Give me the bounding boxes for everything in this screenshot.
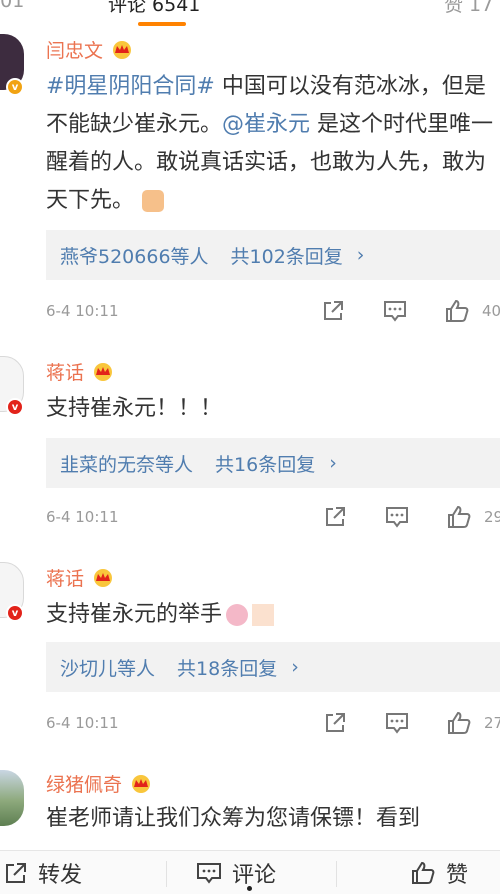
like-label: 赞 [446, 863, 469, 888]
avatar[interactable] [0, 770, 24, 826]
reply-summary[interactable]: 燕爷520666等人 共102条回复 › [46, 230, 500, 280]
like-count: 29 [484, 508, 500, 526]
divider [166, 861, 167, 887]
like-count: 27 [484, 714, 500, 732]
comment-tabs: 2001 评论 6541 赞 17 [0, 0, 500, 32]
reply-icon[interactable] [384, 504, 410, 530]
vip-crown-icon [132, 774, 151, 793]
active-tab-indicator [138, 22, 186, 26]
share-icon[interactable] [322, 504, 348, 530]
comment-text: 支持崔永元！！！ [46, 396, 223, 421]
like-button[interactable]: 赞 [410, 857, 468, 889]
repost-icon [6, 863, 26, 883]
hashtag-link[interactable]: #明星阴阳合同# [46, 74, 215, 99]
repost-label: 转发 [38, 863, 83, 888]
vip-crown-icon [94, 568, 113, 587]
like-icon[interactable] [446, 504, 472, 530]
verified-badge-icon: v [6, 398, 24, 416]
comment-time: 6-4 10:11 [46, 714, 119, 732]
comment-label: 评论 [232, 863, 277, 888]
mention-link[interactable]: @崔永元 [222, 112, 310, 137]
like-icon[interactable] [444, 298, 470, 324]
repost-button[interactable]: 转发 [4, 857, 82, 889]
raising-hand-emoji-icon [226, 604, 249, 626]
comment-username[interactable]: 蒋话 [46, 358, 84, 385]
reply-icon[interactable] [382, 298, 408, 324]
verified-badge-icon: v [6, 78, 24, 96]
reply-summary[interactable]: 韭菜的无奈等人 共16条回复 › [46, 438, 500, 488]
comment-button[interactable]: 评论 [196, 857, 276, 889]
like-count: 40 [482, 302, 500, 320]
comment-text: 支持崔永元的举手 [46, 596, 500, 634]
vip-crown-icon [113, 40, 132, 59]
comment-time: 6-4 10:11 [46, 508, 119, 526]
share-icon[interactable] [322, 710, 348, 736]
like-icon[interactable] [446, 710, 472, 736]
chevron-right-icon: › [291, 656, 299, 678]
chevron-right-icon: › [356, 244, 365, 266]
thumbs-up-icon [412, 861, 435, 884]
comment-text: 崔老师请让我们众筹为您请保镖！看到 [46, 806, 421, 831]
comment-username[interactable]: 闫忠文 [46, 36, 103, 63]
reply-icon[interactable] [384, 710, 410, 736]
tab-likes[interactable]: 赞 17 [444, 0, 493, 17]
vip-crown-icon [94, 362, 113, 381]
comment-text: #明星阴阳合同# 中国可以没有范冰冰，但是不能缺少崔永元。@崔永元 是这个时代里… [46, 74, 494, 213]
home-indicator [247, 886, 252, 891]
share-icon[interactable] [320, 298, 346, 324]
comment-username[interactable]: 绿猪佩奇 [46, 770, 122, 797]
comment-time: 6-4 10:11 [46, 302, 119, 320]
divider [336, 861, 337, 887]
skin-tone-emoji-icon [252, 604, 275, 626]
tab-reposts[interactable]: 2001 [0, 0, 24, 12]
chevron-right-icon: › [329, 452, 337, 474]
tab-comments[interactable]: 评论 6541 [108, 0, 200, 17]
comment-username[interactable]: 蒋话 [46, 564, 84, 591]
comment-icon [197, 863, 221, 884]
verified-badge-icon: v [6, 604, 24, 622]
reply-summary[interactable]: 沙切儿等人 共18条回复 › [46, 642, 500, 692]
thumbs-up-emoji-icon [142, 190, 165, 212]
